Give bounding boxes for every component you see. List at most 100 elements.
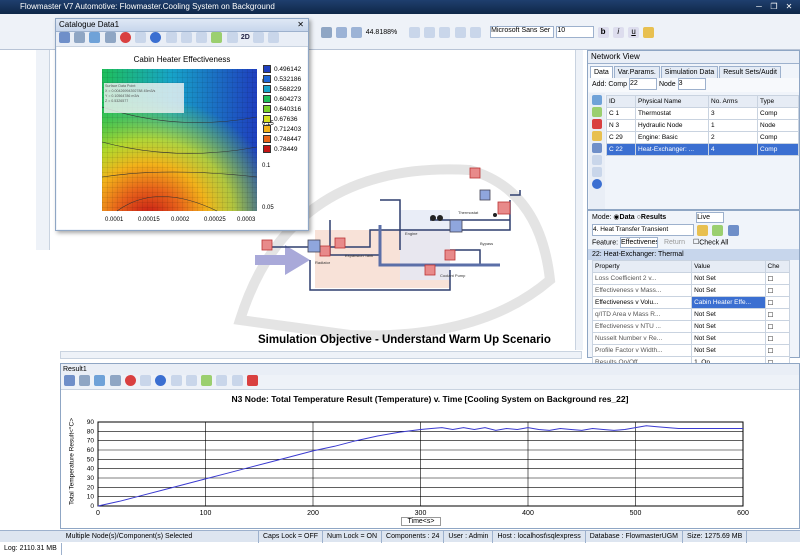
print-icon[interactable] bbox=[165, 32, 177, 43]
legend-item: 0.496142 bbox=[263, 65, 307, 75]
pointer-icon[interactable] bbox=[321, 26, 332, 38]
property-row[interactable]: Profile Factor v Width... Not Set ☐ bbox=[591, 344, 791, 357]
property-value[interactable]: Not Set bbox=[691, 332, 766, 345]
settings-icon[interactable] bbox=[226, 32, 238, 43]
node-select[interactable]: 3 bbox=[677, 78, 706, 91]
check-checkbox[interactable]: ☐ bbox=[764, 284, 791, 297]
preview-icon[interactable] bbox=[180, 32, 192, 43]
component-icon[interactable] bbox=[449, 219, 463, 233]
info-icon[interactable] bbox=[592, 167, 602, 177]
table-row[interactable]: C 1 Thermostat 3 Comp bbox=[606, 107, 799, 120]
search-icon[interactable] bbox=[592, 155, 602, 165]
zoom-fit-icon[interactable] bbox=[439, 26, 451, 38]
tool-icon[interactable] bbox=[727, 224, 739, 236]
component-icon[interactable] bbox=[319, 245, 331, 257]
col-header[interactable]: ID bbox=[606, 95, 636, 108]
property-value[interactable]: Cabin Heater Effe... bbox=[691, 296, 766, 309]
component-icon[interactable] bbox=[497, 201, 511, 215]
edit-icon[interactable] bbox=[592, 131, 602, 141]
zoom-in-icon[interactable] bbox=[408, 26, 420, 38]
schematic-h-scrollbar[interactable] bbox=[60, 351, 582, 359]
chart-icon[interactable] bbox=[89, 32, 101, 43]
color-icon[interactable] bbox=[643, 26, 655, 38]
stop-icon[interactable] bbox=[119, 32, 131, 43]
add-comp-select[interactable]: 22 bbox=[628, 78, 657, 91]
col-header[interactable]: Type bbox=[757, 95, 799, 108]
font-select[interactable]: Microsoft Sans Ser bbox=[490, 26, 555, 38]
component-icon[interactable] bbox=[592, 95, 602, 105]
tab-simulation-data[interactable]: Simulation Data bbox=[660, 66, 719, 78]
view-icon[interactable] bbox=[59, 32, 70, 43]
property-row[interactable]: Loss Coefficient 2 v... Not Set ☐ bbox=[591, 272, 791, 285]
close-icon[interactable]: ✕ bbox=[782, 1, 796, 12]
property-value[interactable]: Not Set bbox=[691, 320, 766, 333]
property-value[interactable]: Not Set bbox=[691, 308, 766, 321]
property-row[interactable]: Nusselt Number v Re... Not Set ☐ bbox=[591, 332, 791, 345]
analysis-select[interactable]: 4. Heat Transfer Transient bbox=[592, 224, 694, 236]
zoom-icon[interactable] bbox=[268, 32, 280, 43]
tool-icon[interactable] bbox=[712, 224, 724, 236]
return-button[interactable]: Return bbox=[664, 239, 685, 246]
zoom-out-icon[interactable] bbox=[424, 26, 436, 38]
bold-icon[interactable]: b bbox=[597, 26, 609, 38]
help-icon[interactable] bbox=[592, 179, 602, 189]
check-checkbox[interactable]: ☐ bbox=[764, 308, 791, 321]
component-icon[interactable] bbox=[444, 249, 456, 261]
component-icon[interactable] bbox=[334, 237, 346, 249]
check-checkbox[interactable]: ☐ bbox=[764, 344, 791, 357]
export-icon[interactable] bbox=[196, 32, 208, 43]
pan-icon[interactable] bbox=[469, 26, 481, 38]
help-icon[interactable] bbox=[150, 32, 162, 43]
node-icon[interactable] bbox=[592, 107, 602, 117]
align-right-icon[interactable] bbox=[351, 26, 363, 38]
property-row[interactable]: q/ITD Area v Mass R... Not Set ☐ bbox=[591, 308, 791, 321]
link-icon[interactable] bbox=[592, 143, 602, 153]
check-checkbox[interactable]: ☐ bbox=[764, 296, 791, 309]
table-icon[interactable] bbox=[104, 32, 116, 43]
component-icon[interactable] bbox=[424, 264, 436, 276]
zoom-field[interactable]: 44.8188% bbox=[366, 29, 406, 36]
col-header[interactable]: Value bbox=[691, 260, 766, 273]
restore-icon[interactable]: ❐ bbox=[767, 1, 781, 12]
tab-data[interactable]: Data bbox=[590, 66, 613, 78]
copy-icon[interactable] bbox=[135, 32, 147, 43]
table-row-selected[interactable]: C 22 Heat-Exchanger: ... 4 Comp bbox=[606, 143, 799, 156]
col-header[interactable]: No. Arms bbox=[708, 95, 758, 108]
refresh-icon[interactable] bbox=[211, 32, 223, 43]
property-row[interactable]: Effectiveness v Volu... Cabin Heater Effe… bbox=[591, 296, 791, 309]
grid-icon[interactable] bbox=[74, 32, 86, 43]
tool-icon[interactable] bbox=[697, 224, 709, 236]
rotate-icon[interactable] bbox=[253, 32, 264, 43]
check-checkbox[interactable]: ☐ bbox=[764, 320, 791, 333]
component-icon[interactable] bbox=[479, 189, 491, 201]
property-value[interactable]: Not Set bbox=[691, 284, 766, 297]
font-size-select[interactable]: 10 bbox=[556, 26, 595, 38]
property-value[interactable]: Not Set bbox=[691, 344, 766, 357]
table-row[interactable]: N 3 Hydraulic Node 1 Node bbox=[606, 119, 799, 132]
component-icon[interactable] bbox=[261, 239, 273, 251]
align-icon[interactable] bbox=[336, 26, 348, 38]
component-icon[interactable] bbox=[307, 239, 321, 253]
underline-icon[interactable]: u bbox=[628, 26, 640, 38]
schematic-v-scrollbar[interactable] bbox=[575, 50, 583, 350]
property-row[interactable]: Effectiveness v Mass... Not Set ☐ bbox=[591, 284, 791, 297]
tab-result-sets[interactable]: Result Sets/Audit bbox=[719, 66, 781, 78]
feature-select[interactable]: Effectivenes bbox=[620, 237, 659, 248]
zoom-window-icon[interactable] bbox=[454, 26, 466, 38]
mode-2d-button[interactable]: 2D bbox=[241, 34, 250, 41]
col-header[interactable]: Physical Name bbox=[635, 95, 709, 108]
minimize-icon[interactable]: ─ bbox=[752, 1, 766, 12]
italic-icon[interactable]: i bbox=[612, 26, 624, 38]
col-header[interactable]: Property bbox=[591, 260, 693, 273]
component-icon[interactable] bbox=[469, 167, 481, 179]
property-row[interactable]: Effectiveness v NTU ... Not Set ☐ bbox=[591, 320, 791, 333]
check-checkbox[interactable]: ☐ bbox=[764, 332, 791, 345]
tab-var-params[interactable]: Var.Params. bbox=[613, 66, 660, 78]
close-icon[interactable]: ✕ bbox=[297, 19, 304, 31]
table-row[interactable]: C 29 Engine: Basic 2 Comp bbox=[606, 131, 799, 144]
live-select[interactable]: Live bbox=[696, 211, 725, 223]
delete-icon[interactable] bbox=[592, 119, 602, 129]
property-value[interactable]: Not Set bbox=[691, 272, 766, 285]
col-header[interactable]: Che bbox=[764, 260, 791, 273]
check-checkbox[interactable]: ☐ bbox=[764, 272, 791, 285]
